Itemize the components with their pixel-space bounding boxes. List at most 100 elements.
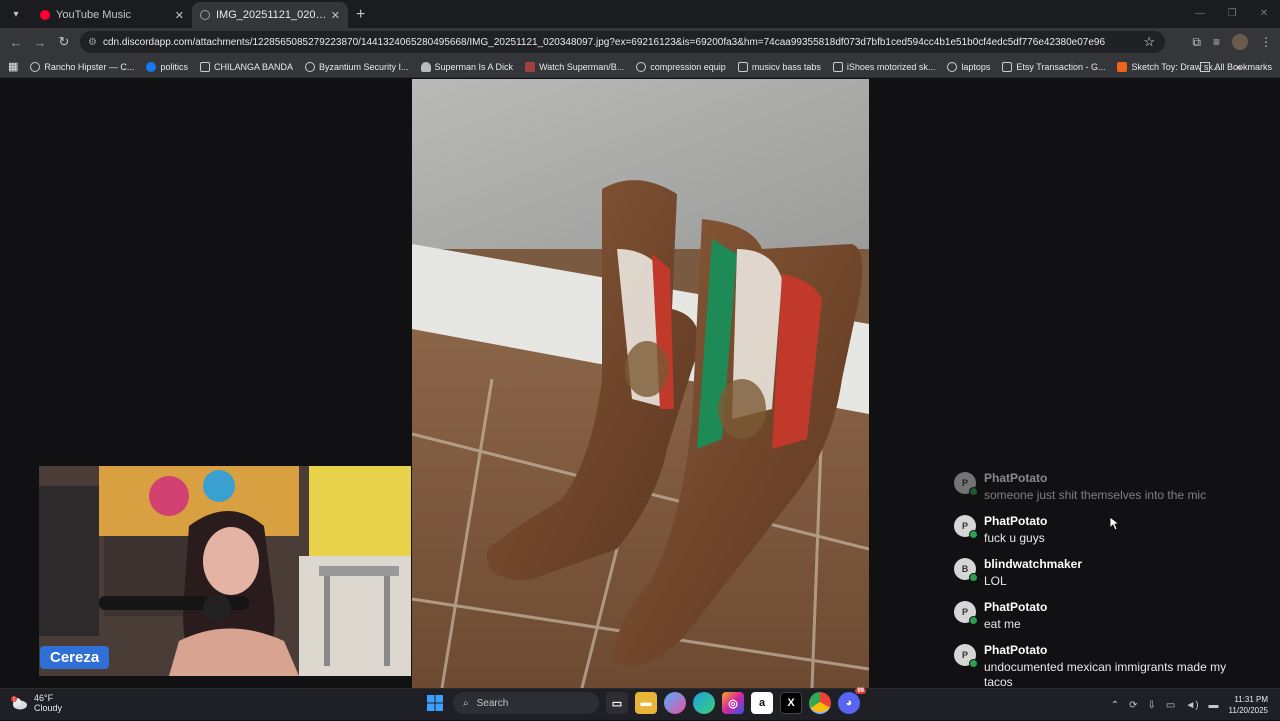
clock[interactable]: 11:31 PM 11/20/2025 [1229,694,1268,716]
address-bar[interactable]: ⚙ cdn.discordapp.com/attachments/1228565… [80,31,1165,53]
close-window-icon[interactable]: ✕ [1248,0,1280,28]
bookmark-item[interactable]: iShoes motorized sk... [832,61,935,72]
tab-youtube-music[interactable]: YouTube Music ✕ [32,2,192,28]
tab-image[interactable]: IMG_20251121_020348097.jpg ✕ [192,2,348,28]
bookmark-item[interactable]: musicv bass tabs [737,61,821,72]
new-tab-button[interactable]: + [356,6,365,24]
globe-icon [304,61,315,72]
globe-icon [200,10,210,20]
forward-button[interactable]: → [28,35,52,50]
date: 11/20/2025 [1228,706,1268,715]
status-badge [969,487,978,496]
taskbar-search[interactable]: ⌕ Search [453,692,599,714]
all-bookmarks-folder[interactable]: All Bookmarks [1200,61,1272,72]
folder-icon [832,61,843,72]
bookmark-item[interactable]: Superman Is A Dick [420,61,513,72]
apps-icon[interactable]: ▦ [8,60,18,73]
extensions-icon[interactable]: ⧉ [1192,35,1201,50]
menu-icon[interactable]: ⋮ [1260,35,1272,49]
chat-text: fuck u guys [984,531,1045,545]
bookmark-item[interactable]: Etsy Transaction - G... [1002,61,1105,72]
download-icon[interactable]: ⇩ [1147,700,1155,711]
chat-message: P PhatPotato undocumented mexican immigr… [954,643,1274,688]
webcam-feed-image [39,466,411,676]
globe-icon [636,61,647,72]
folder-icon [1200,61,1211,72]
bookmark-item[interactable]: compression equip [636,61,726,72]
back-button[interactable]: ← [4,35,28,50]
chevron-down-icon: ▾ [13,8,19,20]
bell-icon [420,61,431,72]
discord-icon[interactable]: ◕ 99 [838,688,866,714]
chat-text: undocumented mexican immigrants made my … [984,660,1227,688]
bookmark-item[interactable]: laptops [947,61,990,72]
chat-panel: P PhatPotato someone just shit themselve… [954,471,1274,688]
browser-toolbar: ← → ↻ ⚙ cdn.discordapp.com/attachments/1… [0,28,1280,56]
bookmark-item[interactable]: Watch Superman/B... [525,61,624,72]
url-text[interactable]: cdn.discordapp.com/attachments/122856508… [103,37,1143,48]
weather-widget[interactable]: 1 46°F Cloudy [10,693,62,713]
task-view-icon[interactable]: ▭ [606,692,628,714]
youtube-music-icon [40,10,50,20]
folder-icon [737,61,748,72]
amazon-icon[interactable]: a [751,692,773,714]
chat-message: P PhatPotato someone just shit themselve… [954,471,1274,503]
file-explorer-icon[interactable]: ▬ [635,692,657,714]
time: 11:31 PM [1234,695,1268,704]
chevron-up-icon[interactable]: ⌃ [1111,700,1119,711]
profile-avatar[interactable] [1232,34,1248,50]
instagram-icon[interactable]: ◎ [722,692,744,714]
maximize-icon[interactable]: ❐ [1216,0,1248,28]
bookmark-item[interactable]: CHILANGA BANDA [199,61,293,72]
minimize-icon[interactable]: — [1184,0,1216,28]
battery-icon[interactable]: ▬ [1209,700,1219,711]
globe-icon [947,61,958,72]
close-tab-icon[interactable]: ✕ [175,9,184,22]
globe-icon [30,61,41,72]
weather-desc: Cloudy [34,703,63,713]
chat-text: LOL [984,574,1007,588]
avatar: P [954,472,978,496]
windows-start-icon[interactable] [424,692,446,714]
avatar: B [954,558,978,582]
windows-taskbar: 1 46°F Cloudy ⌕ Search ▭ ▬ ◎ a X ◕ 99 ⌃ ⟳… [0,688,1280,720]
bookmark-star-icon[interactable]: ☆ [1143,34,1155,50]
volume-icon[interactable]: ◄) [1185,700,1198,711]
system-tray: ⌃ ⟳ ⇩ ▭ ◄) ▬ 11:31 PM 11/20/2025 [1111,689,1268,721]
bookmark-item[interactable]: Rancho Hipster — C... [30,61,134,72]
bookmarks-bar: ▦ Rancho Hipster — C... politics CHILANG… [0,56,1280,78]
close-tab-icon[interactable]: ✕ [331,9,340,22]
media-controls-icon[interactable]: ≡ [1213,35,1220,49]
weather-alert-count: 1 [13,697,16,702]
sync-icon[interactable]: ⟳ [1129,700,1137,711]
page-content: Cereza P PhatPotato someone just shit th… [0,79,1280,688]
chat-text: eat me [984,617,1021,631]
chrome-icon[interactable] [809,692,831,714]
status-badge [969,659,978,668]
chat-username[interactable]: PhatPotato [984,600,1254,615]
weather-temp: 46°F [34,693,54,703]
tab-search-button[interactable]: ▾ [4,2,28,26]
reload-button[interactable]: ↻ [52,34,76,50]
avatar: P [954,644,978,668]
boots-photo [412,79,869,688]
chat-username[interactable]: PhatPotato [984,471,1254,486]
cloud-icon: 1 [11,696,27,710]
chat-username[interactable]: blindwatchmaker [984,557,1254,572]
bookmark-item[interactable]: Byzantium Security I... [304,61,409,72]
status-badge [969,573,978,582]
network-icon[interactable]: ▭ [1166,700,1175,711]
etsy-icon [1117,61,1128,72]
copilot-icon[interactable] [664,692,686,714]
bookmark-item[interactable]: politics [146,61,188,72]
x-icon[interactable]: X [780,692,802,714]
status-badge [969,616,978,625]
image-icon [525,61,536,72]
chat-username[interactable]: PhatPotato [984,643,1254,658]
chat-message: P PhatPotato eat me [954,600,1274,632]
chat-message: B blindwatchmaker LOL [954,557,1274,589]
cowboy-boots-image [412,79,869,688]
mouse-cursor-icon [1110,517,1120,531]
edge-icon[interactable] [693,692,715,714]
site-info-icon[interactable]: ⚙ [88,37,97,48]
